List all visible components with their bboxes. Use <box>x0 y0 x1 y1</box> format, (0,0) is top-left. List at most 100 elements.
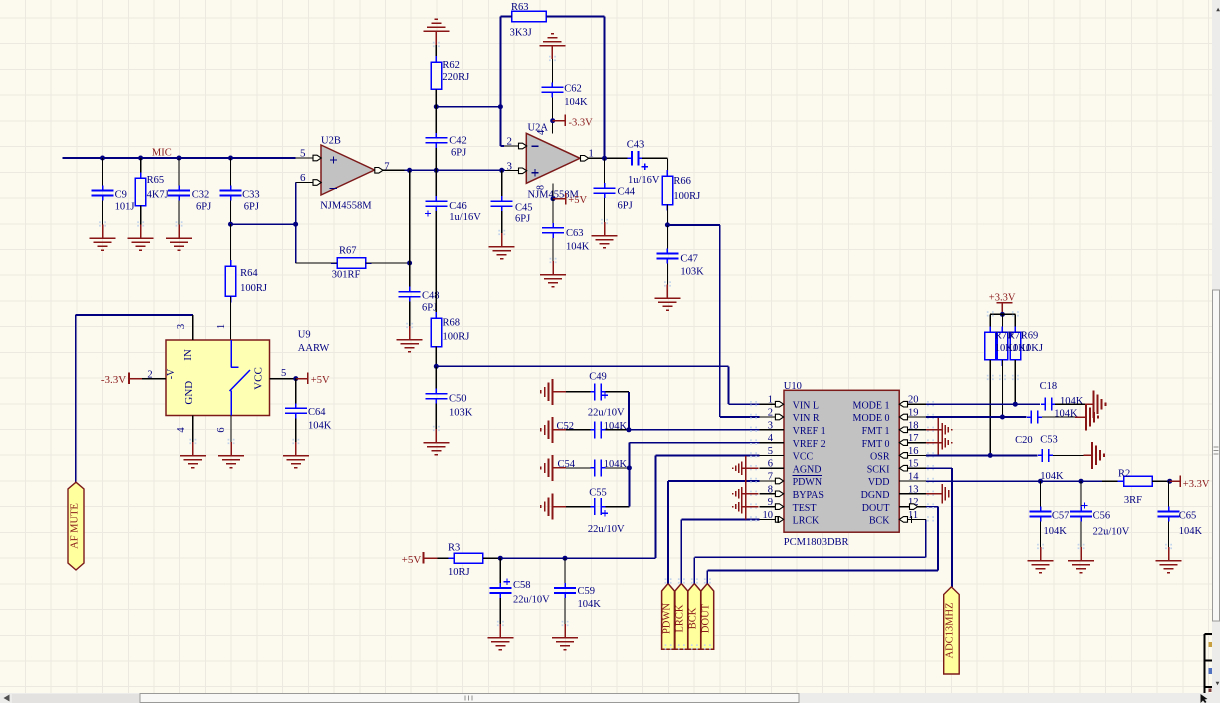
svg-text:R64: R64 <box>240 268 258 279</box>
svg-text:MODE 0: MODE 0 <box>853 413 890 424</box>
svg-text:6PJ: 6PJ <box>244 202 259 213</box>
svg-text:+3.3V: +3.3V <box>989 292 1016 303</box>
svg-text:C44: C44 <box>618 187 636 198</box>
svg-text:R69: R69 <box>1021 330 1039 341</box>
svg-text:C57: C57 <box>1052 511 1070 522</box>
svg-text:C63: C63 <box>566 228 584 239</box>
svg-text:VIN R: VIN R <box>793 413 820 424</box>
svg-text:DOUT: DOUT <box>701 603 712 633</box>
svg-text:SCKI: SCKI <box>867 464 890 475</box>
svg-text:DOUT: DOUT <box>862 503 890 514</box>
svg-text:2: 2 <box>507 135 513 147</box>
svg-text:3RF: 3RF <box>1124 495 1142 506</box>
svg-text:C59: C59 <box>578 586 596 597</box>
svg-text:-V: -V <box>166 368 177 379</box>
svg-text:MIC: MIC <box>152 147 172 158</box>
svg-text:103K: 103K <box>449 408 473 419</box>
svg-text:R2: R2 <box>1118 468 1130 479</box>
svg-text:22u/10V: 22u/10V <box>513 595 550 606</box>
svg-text:104K: 104K <box>308 421 332 432</box>
svg-text:R62: R62 <box>442 60 460 71</box>
svg-text:C33: C33 <box>242 190 260 201</box>
svg-text:FMT 1: FMT 1 <box>862 426 890 437</box>
svg-text:6PJ: 6PJ <box>422 303 437 314</box>
svg-text:C45: C45 <box>515 203 533 214</box>
svg-text:AGND: AGND <box>793 464 822 475</box>
svg-text:IN: IN <box>182 349 194 361</box>
svg-text:C46: C46 <box>449 201 467 212</box>
svg-text:C56: C56 <box>1093 511 1111 522</box>
svg-text:U2B: U2B <box>321 136 341 147</box>
svg-text:6PJ: 6PJ <box>515 214 530 225</box>
svg-text:C9: C9 <box>115 190 127 201</box>
svg-text:R3: R3 <box>448 542 460 553</box>
svg-text:6PJ: 6PJ <box>618 201 633 212</box>
svg-text:VCC: VCC <box>793 452 814 463</box>
svg-text:PDWN: PDWN <box>793 477 822 488</box>
svg-text:TEST: TEST <box>793 503 817 514</box>
svg-text:104K: 104K <box>1060 396 1084 407</box>
svg-text:4K7J: 4K7J <box>147 189 169 200</box>
svg-text:7: 7 <box>384 162 389 173</box>
svg-text:R67: R67 <box>339 246 357 257</box>
svg-text:VIN L: VIN L <box>793 400 819 411</box>
svg-text:MODE 1: MODE 1 <box>853 400 890 411</box>
svg-text:C47: C47 <box>680 253 698 264</box>
svg-text:OSR: OSR <box>870 452 890 463</box>
svg-text:C62: C62 <box>564 83 582 94</box>
svg-text:301RF: 301RF <box>332 270 361 281</box>
svg-text:LRCK: LRCK <box>675 604 686 632</box>
svg-text:22u/10V: 22u/10V <box>588 407 625 418</box>
svg-text:PCM1803DBR: PCM1803DBR <box>784 537 849 548</box>
svg-text:4: 4 <box>176 427 187 433</box>
svg-text:104K: 104K <box>1044 526 1068 537</box>
svg-text:C55: C55 <box>589 487 607 498</box>
svg-text:+5V: +5V <box>402 554 422 566</box>
svg-text:100RJ: 100RJ <box>240 283 267 294</box>
svg-text:22u/10V: 22u/10V <box>588 524 625 535</box>
svg-text:FMT 0: FMT 0 <box>862 439 890 450</box>
svg-text:PDWN: PDWN <box>661 603 672 634</box>
svg-text:R65: R65 <box>147 175 165 186</box>
svg-text:104K: 104K <box>578 599 602 610</box>
svg-text:C53: C53 <box>1040 434 1058 445</box>
svg-text:104K: 104K <box>1179 526 1203 537</box>
svg-text:C18: C18 <box>1040 381 1058 392</box>
svg-text:104K: 104K <box>604 459 628 470</box>
svg-text:C58: C58 <box>513 580 531 591</box>
svg-text:6: 6 <box>216 427 227 432</box>
svg-text:1: 1 <box>216 324 227 329</box>
svg-text:3: 3 <box>507 160 513 172</box>
svg-text:NJM4558M: NJM4558M <box>320 201 372 212</box>
svg-text:10RJ: 10RJ <box>448 567 470 578</box>
svg-text:C54: C54 <box>558 459 576 470</box>
svg-text:BCK: BCK <box>869 516 890 527</box>
svg-text:22u/10V: 22u/10V <box>1093 526 1130 537</box>
svg-text:4: 4 <box>536 130 547 135</box>
svg-text:C43: C43 <box>627 140 645 151</box>
svg-text:VREF 1: VREF 1 <box>793 426 826 437</box>
svg-text:104K: 104K <box>566 242 590 253</box>
svg-text:VDD: VDD <box>868 477 890 488</box>
svg-text:C65: C65 <box>1179 511 1197 522</box>
svg-text:ADC13MHZ: ADC13MHZ <box>945 602 956 658</box>
svg-text:103K: 103K <box>680 267 704 278</box>
svg-text:DGND: DGND <box>861 490 890 501</box>
svg-text:6PJ: 6PJ <box>196 202 211 213</box>
svg-text:C50: C50 <box>449 394 467 405</box>
svg-text:5: 5 <box>281 368 286 379</box>
svg-text:GND: GND <box>183 381 195 405</box>
svg-text:C49: C49 <box>589 372 607 383</box>
svg-text:C32: C32 <box>192 190 210 201</box>
svg-text:C42: C42 <box>449 136 467 147</box>
svg-text:1u/16V: 1u/16V <box>449 212 481 223</box>
svg-text:-3.3V: -3.3V <box>569 117 594 128</box>
svg-text:U9: U9 <box>298 329 311 340</box>
svg-text:BYPAS: BYPAS <box>793 490 824 501</box>
svg-text:LRCK: LRCK <box>793 516 820 527</box>
svg-text:101J: 101J <box>115 202 135 213</box>
svg-text:VCC: VCC <box>252 367 264 390</box>
svg-text:R63: R63 <box>511 2 529 13</box>
svg-text:R68: R68 <box>443 318 461 329</box>
svg-text:U10: U10 <box>784 381 802 392</box>
